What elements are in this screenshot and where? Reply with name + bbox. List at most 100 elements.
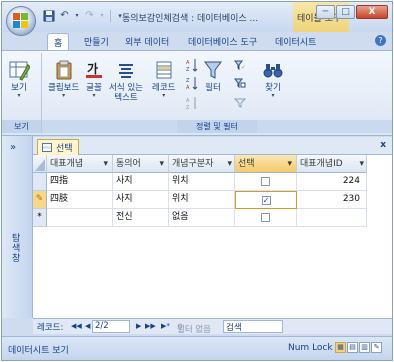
clipboard-button[interactable]: 클립보드 ▾ xyxy=(48,59,79,99)
undo-icon[interactable]: ↶ xyxy=(58,9,71,22)
find-button[interactable]: 찾기 ▾ xyxy=(262,59,284,99)
table-cell[interactable]: 전신 xyxy=(113,209,169,227)
rich-text-button[interactable]: 서식 있는 텍스트 xyxy=(109,59,143,103)
chevron-down-icon: ▾ xyxy=(17,92,21,99)
chevron-down-icon[interactable]: ▾ xyxy=(359,155,366,173)
tab-datasheet[interactable]: 데이터시트 xyxy=(275,35,316,48)
sort-descending-icon[interactable]: ZA xyxy=(186,77,198,90)
column-header-concept-id[interactable]: 대표개념ID ▾ xyxy=(297,155,367,173)
num-lock-indicator: Num Lock xyxy=(288,343,333,353)
undo-dropdown-icon[interactable]: ▾ xyxy=(74,9,80,22)
selection-filter-icon[interactable]: ✓ xyxy=(234,59,246,71)
records-icon xyxy=(153,59,175,81)
chevron-down-icon: ▾ xyxy=(162,92,166,99)
sort-ascending-icon[interactable]: AZ xyxy=(186,59,198,72)
help-icon[interactable]: ? xyxy=(375,35,386,46)
advanced-filter-icon[interactable] xyxy=(234,77,246,89)
qat-separator xyxy=(110,9,111,22)
view-icon xyxy=(8,59,30,81)
svg-text:A: A xyxy=(186,98,190,104)
group-label-blank-right xyxy=(257,120,392,133)
navigation-pane[interactable]: » 탐색 창 xyxy=(2,136,33,318)
toggle-filter-icon[interactable] xyxy=(234,97,246,109)
ribbon: 보기 ▾ 보기 클립보드 ▾ 가 글꼴 ▾ 서식 있는 텍스트 레코드 ▾ A … xyxy=(2,50,392,136)
title-bar: 테이블 도구 ↶ ▾ ↷ ▾ ▾ 동의보감인체검색 : 데이터베이스 ... ─… xyxy=(2,2,392,32)
datasheet-view-icon[interactable]: ▦ xyxy=(335,342,346,353)
svg-text:Z: Z xyxy=(186,67,190,72)
office-button[interactable] xyxy=(6,6,36,36)
svg-text:A: A xyxy=(186,85,190,90)
record-position-value: 2/2 xyxy=(95,321,109,331)
tab-create[interactable]: 만들기 xyxy=(84,35,109,48)
design-view-icon[interactable]: ✎ xyxy=(371,342,382,353)
column-header-synonym[interactable]: 동의어 ▾ xyxy=(113,155,169,173)
clear-sort-icon[interactable]: AZ xyxy=(186,97,198,110)
group-label-blank xyxy=(42,120,177,133)
chevron-down-icon[interactable]: ▾ xyxy=(287,155,296,173)
row-selector-editing[interactable]: ✎ xyxy=(33,191,47,209)
svg-text:Z: Z xyxy=(186,105,190,110)
table-cell[interactable]: 사지 xyxy=(113,173,169,191)
column-header-representative-concept[interactable]: 대표개념 ▾ xyxy=(47,155,113,173)
table-cell xyxy=(235,173,297,191)
table-cell[interactable]: 위치 xyxy=(169,173,235,191)
table-icon xyxy=(42,143,52,152)
close-button[interactable]: X xyxy=(356,5,388,19)
chevron-down-icon[interactable]: ▾ xyxy=(103,155,112,173)
select-all-corner[interactable] xyxy=(33,155,47,173)
table-cell[interactable] xyxy=(47,209,113,227)
new-record-button[interactable]: ▶* xyxy=(161,322,170,330)
records-button[interactable]: 레코드 ▾ xyxy=(152,59,175,99)
redo-icon[interactable]: ↷ xyxy=(83,9,96,22)
chevron-down-icon[interactable]: ▾ xyxy=(159,155,168,173)
expand-navigation-icon[interactable]: » xyxy=(10,142,16,153)
minimize-button[interactable]: ─ xyxy=(316,5,335,19)
font-button[interactable]: 가 글꼴 ▾ xyxy=(83,59,105,99)
table-cell[interactable]: 사지 xyxy=(113,191,169,209)
status-bar: 데이터시트 보기 Num Lock ▦ ▤ ▥ ✎ xyxy=(2,336,392,360)
chevron-down-icon: ▾ xyxy=(92,92,96,99)
document-tab-selection[interactable]: 선택 xyxy=(37,139,79,155)
row-selector-new[interactable]: * xyxy=(33,209,47,227)
view-button[interactable]: 보기 ▾ xyxy=(8,59,30,99)
group-views: 보기 ▾ 보기 xyxy=(2,53,42,133)
view-switcher: ▦ ▤ ▥ ✎ xyxy=(335,342,382,353)
record-position-input[interactable]: 2/2 xyxy=(92,320,130,333)
first-record-button[interactable]: ◀◀ xyxy=(71,322,82,330)
selection-checkbox-checked[interactable]: ✓ xyxy=(261,196,271,205)
column-header-label: 동의어 xyxy=(116,159,141,169)
tab-external-data[interactable]: 외부 데이터 xyxy=(125,35,169,48)
column-header-label: 대표개념 xyxy=(50,159,84,169)
previous-record-button[interactable]: ◀ xyxy=(85,322,90,330)
redo-dropdown-icon[interactable]: ▾ xyxy=(99,9,105,22)
datasheet-grid: 대표개념 ▾ 동의어 ▾ 개념구분자 ▾ 선택 ▾ 대표개념ID ▾ 四指 사지… xyxy=(33,155,392,318)
next-record-button[interactable]: ▶ xyxy=(136,322,141,330)
status-view-label: 데이터시트 보기 xyxy=(8,346,69,356)
chevron-down-icon[interactable]: ▾ xyxy=(227,155,234,173)
table-cell[interactable]: 四指 xyxy=(47,173,113,191)
svg-text:가: 가 xyxy=(87,61,98,76)
tab-database-tools[interactable]: 데이터베이스 도구 xyxy=(188,35,257,48)
pivot-chart-view-icon[interactable]: ▥ xyxy=(359,342,370,353)
table-cell[interactable]: 230 xyxy=(297,191,367,209)
table-cell[interactable]: 위치 xyxy=(169,191,235,209)
row-selector[interactable] xyxy=(33,173,47,191)
last-record-button[interactable]: ▶▶ xyxy=(145,322,156,330)
close-document-icon[interactable]: x xyxy=(380,140,386,150)
filter-label: 필터 xyxy=(205,83,221,93)
table-cell[interactable] xyxy=(297,209,367,227)
column-header-concept-type[interactable]: 개념구분자 ▾ xyxy=(169,155,235,173)
svg-text:Z: Z xyxy=(186,78,190,84)
clipboard-icon xyxy=(53,59,75,81)
table-cell[interactable]: 없음 xyxy=(169,209,235,227)
search-input[interactable]: 검색 xyxy=(223,320,283,333)
maximize-button[interactable]: □ xyxy=(336,5,355,19)
table-cell[interactable]: 四肢 xyxy=(47,191,113,209)
filter-button[interactable]: 필터 xyxy=(202,59,224,93)
selection-checkbox[interactable] xyxy=(261,177,270,186)
column-header-selection[interactable]: 선택 ▾ xyxy=(235,155,297,173)
pivot-table-view-icon[interactable]: ▤ xyxy=(347,342,358,353)
table-cell[interactable]: 224 xyxy=(297,173,367,191)
save-icon[interactable] xyxy=(42,9,55,22)
selection-checkbox[interactable] xyxy=(261,213,270,222)
